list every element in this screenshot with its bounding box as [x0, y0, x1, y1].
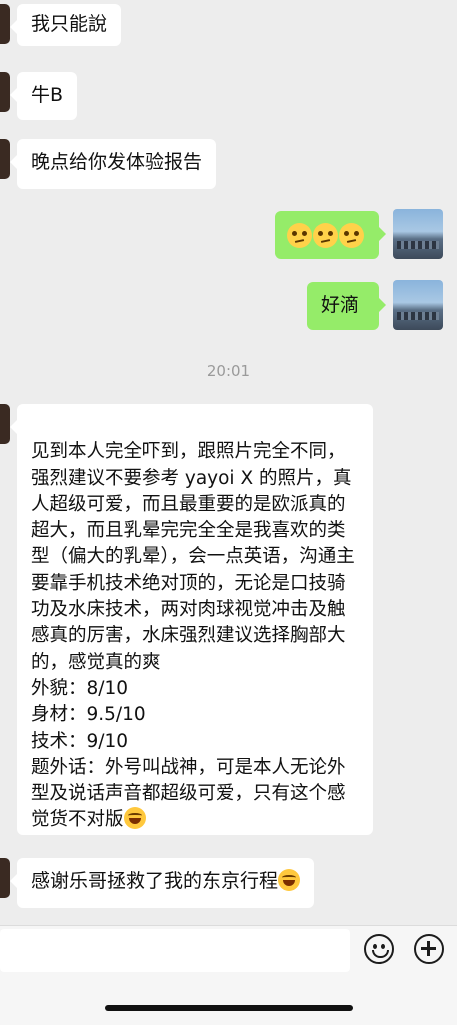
message-text: 感谢乐哥拯救了我的东京行程 — [31, 870, 279, 892]
contact-avatar[interactable] — [0, 404, 10, 444]
chat-area[interactable]: 我只能說 牛B 晚点给你发体验报告 好滴 20:01 见到本人完全吓到，跟照片完… — [0, 0, 457, 925]
message-received[interactable]: 感谢乐哥拯救了我的东京行程 — [9, 858, 315, 908]
thinking-face-icon — [287, 223, 312, 248]
emoji-smiley-icon[interactable] — [364, 934, 394, 964]
message-input[interactable] — [0, 929, 350, 972]
message-received[interactable]: 见到本人完全吓到，跟照片完全不同，强烈建议不要参考 yayoi X 的照片，真人… — [10, 404, 373, 835]
contact-avatar[interactable] — [0, 858, 10, 898]
home-indicator[interactable] — [105, 1005, 353, 1011]
contact-avatar[interactable] — [0, 4, 10, 44]
thinking-face-icon — [313, 223, 338, 248]
contact-avatar[interactable] — [0, 72, 10, 112]
message-text: 牛B — [31, 84, 64, 106]
my-avatar[interactable] — [393, 209, 443, 259]
city-photo-avatar-image — [393, 280, 443, 330]
message-sent[interactable] — [275, 211, 386, 259]
city-photo-avatar-image — [393, 209, 443, 259]
message-received[interactable]: 牛B — [9, 72, 78, 120]
tears-of-joy-emoji-icon — [123, 807, 146, 830]
tears-of-joy-emoji-icon — [278, 869, 301, 891]
my-avatar[interactable] — [393, 280, 443, 330]
contact-avatar[interactable] — [0, 139, 10, 179]
plus-icon[interactable] — [414, 934, 444, 964]
message-received[interactable]: 我只能說 — [9, 4, 122, 46]
message-text: 好滴 — [321, 294, 360, 316]
message-text: 我只能說 — [31, 13, 108, 35]
timestamp: 20:01 — [206, 362, 251, 380]
thinking-face-icon — [339, 223, 364, 248]
message-sent[interactable]: 好滴 — [307, 282, 386, 330]
message-text: 见到本人完全吓到，跟照片完全不同，强烈建议不要参考 yayoi X 的照片，真人… — [31, 441, 355, 831]
message-received[interactable]: 晚点给你发体验报告 — [9, 139, 217, 189]
message-text: 晚点给你发体验报告 — [31, 151, 203, 173]
